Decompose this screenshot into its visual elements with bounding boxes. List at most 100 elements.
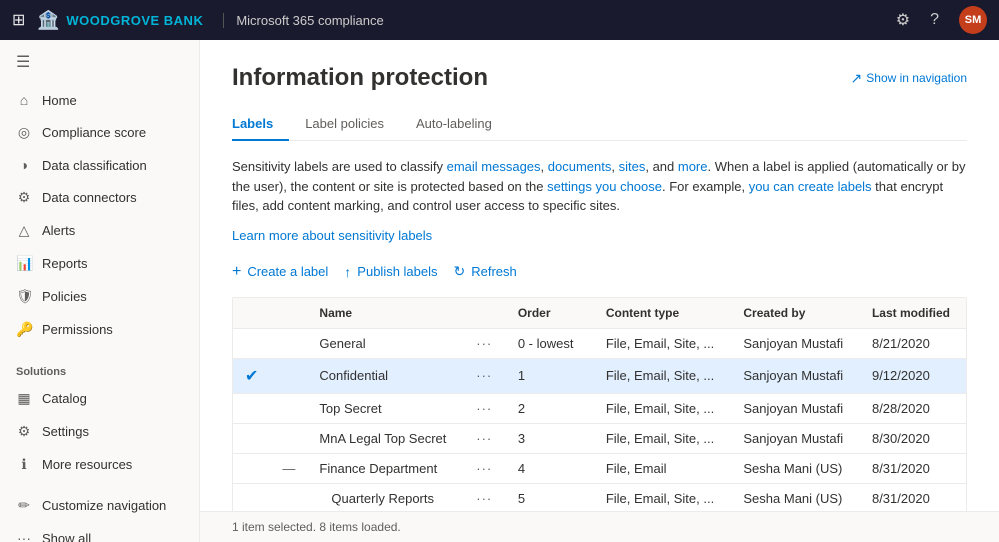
sidebar-item-catalog[interactable]: ▦ Catalog <box>0 382 199 415</box>
help-icon[interactable]: ? <box>930 11 939 29</box>
table-row[interactable]: ✔Confidential···1File, Email, Site, ...S… <box>233 358 966 393</box>
row-name: Top Secret <box>307 393 464 423</box>
table-row[interactable]: —Finance Department···4File, EmailSesha … <box>233 453 966 483</box>
row-expand-col <box>270 483 307 511</box>
app-name: Microsoft 365 compliance <box>223 13 383 28</box>
row-content-type: File, Email, Site, ... <box>594 423 732 453</box>
link-email[interactable]: email messages <box>447 159 541 174</box>
row-content-type: File, Email, Site, ... <box>594 483 732 511</box>
col-created-header: Created by <box>731 298 860 329</box>
tab-labels[interactable]: Labels <box>232 108 289 141</box>
sidebar-item-label: Show all <box>42 531 91 542</box>
table-row[interactable]: MnA Legal Top Secret···3File, Email, Sit… <box>233 423 966 453</box>
row-dots[interactable]: ··· <box>464 423 506 453</box>
statusbar: 1 item selected. 8 items loaded. <box>200 511 999 542</box>
refresh-button[interactable]: ↻ Refresh <box>454 259 517 284</box>
sidebar-item-policies[interactable]: 🛡 Policies <box>0 280 199 313</box>
row-expand-col <box>270 358 307 393</box>
publish-labels-label: Publish labels <box>357 264 437 279</box>
refresh-label: Refresh <box>471 264 517 279</box>
settings-sidebar-icon: ⚙ <box>16 423 32 440</box>
row-created-by: Sanjoyan Mustafi <box>731 358 860 393</box>
logo-text: WOODGROVE BANK <box>66 13 203 28</box>
row-name: MnA Legal Top Secret <box>307 423 464 453</box>
row-check-col <box>233 393 270 423</box>
sidebar-item-home[interactable]: ⌂ Home <box>0 84 199 116</box>
sidebar-item-label: Policies <box>42 289 87 304</box>
description-text: Sensitivity labels are used to classify … <box>232 157 967 216</box>
arrow-icon: ↗ <box>851 70 863 87</box>
hamburger-icon[interactable]: ☰ <box>0 40 199 84</box>
link-create[interactable]: you can create labels <box>749 179 872 194</box>
col-name-header: Name <box>307 298 464 329</box>
grid-icon[interactable]: ⊞ <box>12 10 25 30</box>
row-last-modified: 8/31/2020 <box>860 453 966 483</box>
sidebar-item-label: Data classification <box>42 158 147 173</box>
sidebar-item-label: Settings <box>42 424 89 439</box>
table-row[interactable]: Quarterly Reports···5File, Email, Site, … <box>233 483 966 511</box>
sidebar-item-label: Permissions <box>42 322 113 337</box>
row-dots[interactable]: ··· <box>464 393 506 423</box>
tab-label-policies[interactable]: Label policies <box>289 108 400 141</box>
content-wrapper: Information protection ↗ Show in navigat… <box>200 40 999 542</box>
sidebar-item-data-connectors[interactable]: ⚙ Data connectors <box>0 181 199 214</box>
logo-icon: 🏦 <box>37 10 60 31</box>
row-last-modified: 9/12/2020 <box>860 358 966 393</box>
sidebar-item-label: Customize navigation <box>42 498 166 513</box>
tab-auto-labeling[interactable]: Auto-labeling <box>400 108 508 141</box>
row-created-by: Sesha Mani (US) <box>731 483 860 511</box>
row-dots[interactable]: ··· <box>464 358 506 393</box>
col-dots-header <box>464 298 506 329</box>
sidebar-item-customize-navigation[interactable]: ✏ Customize navigation <box>0 489 199 522</box>
show-in-nav-label: Show in navigation <box>866 71 967 85</box>
row-check-col <box>233 483 270 511</box>
solutions-section-title: Solutions <box>0 354 199 382</box>
customize-icon: ✏ <box>16 497 32 514</box>
row-created-by: Sanjoyan Mustafi <box>731 393 860 423</box>
row-check-col <box>233 423 270 453</box>
permissions-icon: 🔑 <box>16 321 32 338</box>
tab-bar: Labels Label policies Auto-labeling <box>232 108 967 141</box>
sidebar-item-alerts[interactable]: △ Alerts <box>0 214 199 247</box>
statusbar-text: 1 item selected. 8 items loaded. <box>232 520 401 534</box>
logo: 🏦 WOODGROVE BANK <box>37 10 203 31</box>
toolbar: + Create a label ↑ Publish labels ↻ Refr… <box>232 259 967 285</box>
sidebar-item-permissions[interactable]: 🔑 Permissions <box>0 313 199 346</box>
row-content-type: File, Email, Site, ... <box>594 358 732 393</box>
page-header: Information protection ↗ Show in navigat… <box>232 64 967 92</box>
sidebar-item-more-resources[interactable]: ℹ More resources <box>0 448 199 481</box>
home-icon: ⌂ <box>16 92 32 108</box>
create-label-button[interactable]: + Create a label <box>232 259 328 285</box>
sidebar-item-reports[interactable]: 📊 Reports <box>0 247 199 280</box>
show-in-nav-button[interactable]: ↗ Show in navigation <box>851 70 967 87</box>
sidebar-item-show-all[interactable]: ··· Show all <box>0 522 199 542</box>
link-sites[interactable]: sites <box>619 159 646 174</box>
publish-labels-button[interactable]: ↑ Publish labels <box>344 260 437 284</box>
row-order: 2 <box>506 393 594 423</box>
info-icon: ℹ <box>16 456 32 473</box>
topbar: ⊞ 🏦 WOODGROVE BANK Microsoft 365 complia… <box>0 0 999 40</box>
sidebar-item-data-classification[interactable]: ◑ Data classification <box>0 149 199 181</box>
row-expand-col: — <box>270 453 307 483</box>
learn-more-link[interactable]: Learn more about sensitivity labels <box>232 228 967 243</box>
sidebar-item-label: Reports <box>42 256 88 271</box>
row-content-type: File, Email <box>594 453 732 483</box>
sidebar-item-compliance-score[interactable]: ◎ Compliance score <box>0 116 199 149</box>
alerts-icon: △ <box>16 222 32 239</box>
row-dots[interactable]: ··· <box>464 453 506 483</box>
link-more[interactable]: more <box>678 159 708 174</box>
link-settings[interactable]: settings you choose <box>547 179 662 194</box>
sidebar-item-settings[interactable]: ⚙ Settings <box>0 415 199 448</box>
row-dots[interactable]: ··· <box>464 483 506 511</box>
table-row[interactable]: Top Secret···2File, Email, Site, ...Sanj… <box>233 393 966 423</box>
create-label-label: Create a label <box>247 264 328 279</box>
table-row[interactable]: General···0 - lowestFile, Email, Site, .… <box>233 328 966 358</box>
policies-icon: 🛡 <box>16 288 32 305</box>
settings-icon[interactable]: ⚙ <box>896 10 910 30</box>
sidebar-item-label: Data connectors <box>42 190 137 205</box>
row-dots[interactable]: ··· <box>464 328 506 358</box>
row-expand-col <box>270 393 307 423</box>
sidebar-item-label: Catalog <box>42 391 87 406</box>
avatar[interactable]: SM <box>959 6 987 34</box>
link-documents[interactable]: documents <box>548 159 612 174</box>
